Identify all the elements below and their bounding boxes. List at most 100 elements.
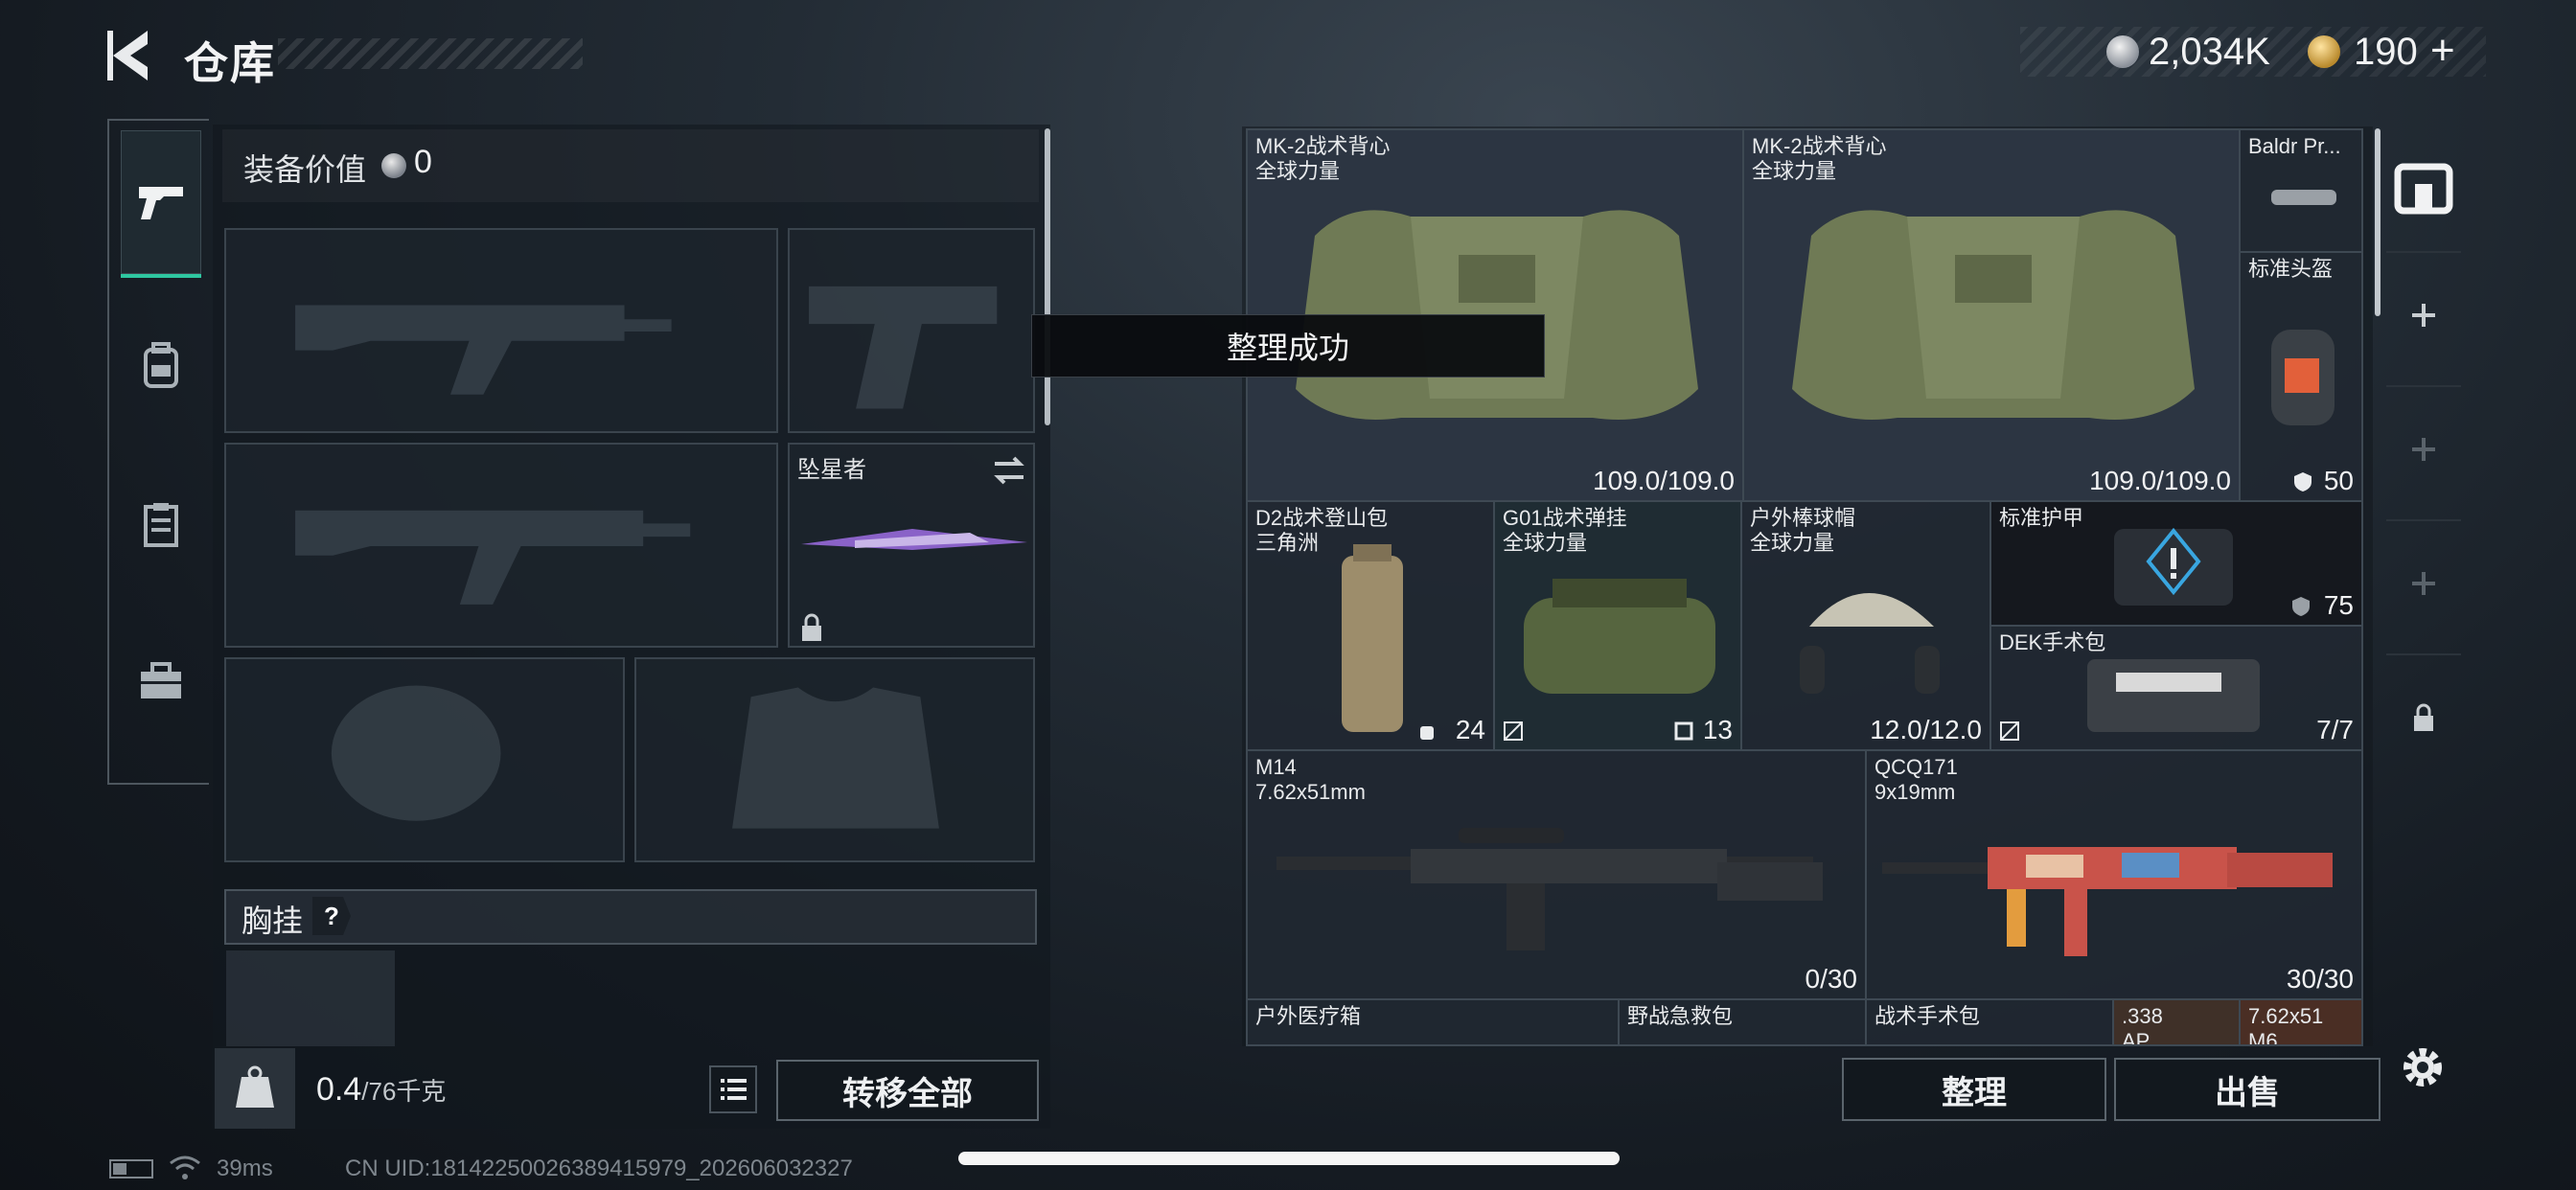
inventory-item[interactable]: G01战术弹挂 全球力量 13 xyxy=(1493,500,1742,751)
toolbox-icon xyxy=(141,662,181,698)
plus-icon xyxy=(2412,572,2435,595)
baseball-cap-image xyxy=(1800,593,1940,694)
item-name: 户外棒球帽 全球力量 xyxy=(1750,506,1856,555)
gold-coin-icon xyxy=(2308,35,2340,68)
capacity-icon xyxy=(1420,726,1434,740)
locked-container-slot[interactable] xyxy=(2386,653,2461,780)
carry-weight: 0.4/76千克 xyxy=(316,1071,446,1109)
loadout-scrollbar[interactable] xyxy=(1045,128,1050,425)
rifle-silhouette-icon xyxy=(295,305,672,395)
inventory-item[interactable]: 户外棒球帽 全球力量 12.0/12.0 xyxy=(1740,500,1991,751)
toast-message: 整理成功 xyxy=(1031,314,1545,378)
tabs-divider-bottom xyxy=(107,783,209,785)
gold-amount: 190 xyxy=(2354,31,2418,73)
item-durability: 109.0/109.0 xyxy=(2089,466,2231,495)
pistol-silhouette-icon xyxy=(809,286,998,409)
safe-box-button[interactable] xyxy=(2386,126,2461,251)
item-durability: 12.0/12.0 xyxy=(1870,715,1982,744)
body-armor-slot[interactable] xyxy=(634,657,1035,862)
sidearm-slot[interactable] xyxy=(788,228,1035,433)
armor-silhouette-icon xyxy=(732,687,939,829)
item-name: 7.62x51 M6 xyxy=(2248,1004,2324,1046)
home-indicator[interactable] xyxy=(958,1152,1620,1165)
add-container-button[interactable] xyxy=(2386,251,2461,378)
inventory-item[interactable]: 户外医疗箱 xyxy=(1246,998,1620,1046)
item-armor-level: 50 xyxy=(2323,466,2354,495)
carry-weight-value: 0.4 xyxy=(316,1071,362,1108)
surgical-kit-image xyxy=(2087,659,2260,732)
clipboard-icon xyxy=(144,503,178,547)
rifle-m14-image xyxy=(1276,828,1823,950)
item-name: M14 7.62x51mm xyxy=(1255,755,1366,804)
tactical-vest-image xyxy=(1792,210,2195,420)
battery-icon xyxy=(109,1159,153,1179)
sort-button[interactable]: 整理 xyxy=(1842,1058,2106,1121)
tab-toolbox[interactable] xyxy=(121,609,201,753)
item-capacity: 13 xyxy=(1702,715,1733,744)
back-button[interactable] xyxy=(105,27,155,84)
plus-icon xyxy=(2412,304,2435,327)
chest-rig-help-button[interactable]: ? xyxy=(312,897,351,935)
sell-button[interactable]: 出售 xyxy=(2114,1058,2380,1121)
item-capacity: 24 xyxy=(1455,715,1485,744)
chest-rig-slot[interactable] xyxy=(226,950,395,1046)
melee-name: 坠星者 xyxy=(797,457,866,483)
rifle-silhouette-icon xyxy=(295,510,691,605)
inventory-item[interactable]: MK-2战术背心 全球力量 109.0/109.0 xyxy=(1742,128,2241,502)
weight-icon-box xyxy=(215,1048,295,1129)
transfer-all-button[interactable]: 转移全部 xyxy=(776,1060,1039,1121)
tab-clipboard[interactable] xyxy=(121,452,201,596)
scope-image xyxy=(2271,190,2336,205)
armor-plate-image xyxy=(2114,527,2233,606)
item-name: 标准头盔 xyxy=(2248,257,2334,281)
backpack-icon xyxy=(144,342,178,388)
item-durability: 109.0/109.0 xyxy=(1593,466,1735,495)
knife-icon xyxy=(801,529,1027,550)
add-container-button[interactable] xyxy=(2386,519,2461,646)
lock-icon xyxy=(802,613,821,641)
backpack-image xyxy=(1342,544,1403,732)
page-title: 仓库 xyxy=(184,38,276,88)
melee-slot[interactable]: 坠星者 xyxy=(788,443,1035,648)
no-sell-icon xyxy=(1504,721,1523,741)
category-tabs xyxy=(107,119,213,785)
item-uses: 7/7 xyxy=(2316,715,2354,744)
helmet-slot[interactable] xyxy=(224,657,625,862)
lock-icon xyxy=(2414,703,2433,731)
item-name: .338 AP xyxy=(2122,1004,2163,1046)
ping-text: 39ms xyxy=(217,1156,273,1181)
item-name: G01战术弹挂 全球力量 xyxy=(1503,506,1627,555)
shield-icon xyxy=(2294,472,2312,492)
inventory-item[interactable]: QCQ171 9x19mm 30/30 xyxy=(1865,749,2363,1000)
inventory-item[interactable]: 7.62x51 M6 xyxy=(2239,998,2363,1046)
helmet-image xyxy=(2271,330,2334,425)
buy-gold-button[interactable]: + xyxy=(2430,27,2455,75)
primary-weapon-slot[interactable] xyxy=(224,228,778,433)
inventory-item[interactable]: 标准头盔 50 xyxy=(2239,251,2363,502)
inventory-item[interactable]: DEK手术包 7/7 xyxy=(1990,625,2363,751)
inventory-scrollbar[interactable] xyxy=(2375,128,2380,316)
inventory-item[interactable]: 战术手术包 xyxy=(1865,998,2114,1046)
silver-coin-icon xyxy=(2106,35,2139,68)
tab-firearms[interactable] xyxy=(121,130,201,278)
settings-button[interactable] xyxy=(2396,1041,2450,1094)
list-view-button[interactable] xyxy=(709,1065,757,1113)
inventory-item[interactable]: 标准护甲 75 xyxy=(1990,500,2363,627)
tab-backpack[interactable] xyxy=(121,293,201,437)
add-container-button[interactable] xyxy=(2386,385,2461,512)
inventory-item[interactable]: 野战急救包 xyxy=(1618,998,1867,1046)
inventory-item[interactable]: M14 7.62x51mm 0/30 xyxy=(1246,749,1867,1000)
currency-bar: 2,034K 190 + xyxy=(2020,27,2486,77)
item-name: Baldr Pr... xyxy=(2248,134,2341,158)
inventory-item[interactable]: Baldr Pr... xyxy=(2239,128,2363,253)
container-column xyxy=(2386,126,2463,797)
inventory-item[interactable]: .338 AP xyxy=(2112,998,2241,1046)
secondary-weapon-slot[interactable] xyxy=(224,443,778,648)
swap-icon[interactable] xyxy=(991,454,1027,487)
helmet-silhouette-icon xyxy=(331,685,501,821)
item-ammo: 30/30 xyxy=(2286,964,2354,994)
weight-icon xyxy=(236,1065,274,1108)
item-armor-level: 75 xyxy=(2323,590,2354,620)
inventory-item[interactable]: D2战术登山包 三角洲 24 xyxy=(1246,500,1495,751)
safe-box-icon xyxy=(2394,163,2453,215)
